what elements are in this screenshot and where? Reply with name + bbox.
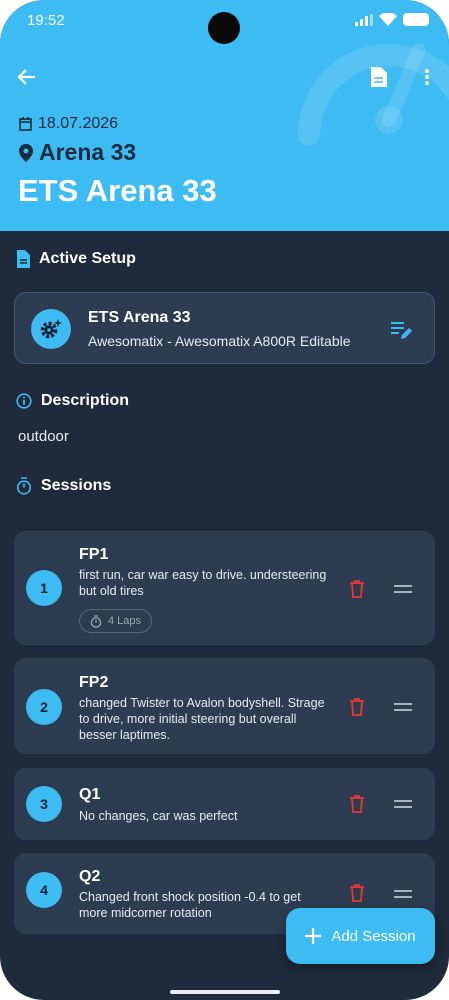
setup-name: ETS Arena 33	[88, 309, 191, 326]
status-bar: 19:52	[0, 0, 449, 44]
status-icons	[355, 13, 429, 26]
delete-icon[interactable]	[349, 698, 365, 716]
session-number-badge: 4	[26, 872, 62, 908]
description-heading: Description	[16, 392, 129, 410]
more-options-button[interactable]	[416, 66, 438, 88]
document-icon	[371, 67, 387, 87]
setup-avatar	[31, 309, 71, 349]
add-session-label: Add Session	[331, 927, 416, 945]
session-name: Q2	[79, 868, 101, 885]
session-number-badge: 3	[26, 786, 62, 822]
session-notes: changed Twister to Avalon bodyshell. Str…	[79, 696, 325, 742]
drag-handle-icon[interactable]	[394, 890, 412, 898]
plus-icon	[305, 928, 322, 944]
arrow-back-icon	[17, 69, 35, 85]
laps-chip: 4 Laps	[79, 609, 153, 633]
more-vert-icon	[425, 69, 429, 85]
status-time: 19:52	[27, 12, 65, 29]
active-setup-card[interactable]: ETS Arena 33 Awesomatix - Awesomatix A80…	[14, 292, 435, 364]
laps-count: 4 Laps	[108, 615, 142, 627]
active-setup-heading: Active Setup	[16, 250, 136, 268]
session-card-q1[interactable]: 3 Q1 No changes, car was perfect	[14, 768, 435, 840]
session-name: FP1	[79, 546, 109, 563]
session-card-fp2[interactable]: 2 FP2 changed Twister to Avalon bodyshel…	[14, 658, 435, 754]
event-date-row: 18.07.2026	[19, 115, 118, 133]
add-session-button[interactable]: Add Session	[286, 908, 435, 964]
drag-handle-icon[interactable]	[394, 585, 412, 593]
session-number-badge: 2	[26, 689, 62, 725]
setup-subtitle: Awesomatix - Awesomatix A800R Editable	[88, 333, 351, 349]
drag-handle-icon[interactable]	[394, 703, 412, 711]
edit-note-icon[interactable]	[390, 319, 412, 341]
session-card-fp1[interactable]: 1 FP1 first run, car war easy to drive. …	[14, 531, 435, 645]
camera-cutout	[208, 12, 240, 44]
back-button[interactable]	[16, 66, 38, 88]
track-name: Arena 33	[39, 139, 137, 165]
timer-icon	[16, 477, 32, 495]
home-indicator[interactable]	[170, 990, 280, 994]
session-number-badge: 1	[26, 570, 62, 606]
app-screen: 19:52 18.07.2026 Arena 33 ETS Arena 33 A…	[0, 0, 449, 1000]
wifi-icon	[379, 13, 397, 26]
gear-sparkle-icon	[40, 319, 62, 339]
track-row: Arena 33	[19, 139, 136, 166]
document-button[interactable]	[367, 66, 389, 88]
event-date: 18.07.2026	[38, 115, 119, 132]
location-pin-icon	[19, 143, 33, 162]
battery-icon	[403, 13, 429, 26]
signal-icon	[355, 13, 373, 26]
session-notes: No changes, car was perfect	[79, 809, 238, 823]
session-notes: first run, car war easy to drive. unders…	[79, 568, 327, 598]
event-title: ETS Arena 33	[18, 173, 217, 208]
session-name: Q1	[79, 786, 101, 803]
timer-icon	[90, 614, 102, 628]
delete-icon[interactable]	[349, 884, 365, 902]
sessions-heading: Sessions	[16, 477, 111, 495]
calendar-icon	[19, 117, 32, 131]
session-name: FP2	[79, 674, 109, 691]
event-header: 19:52 18.07.2026 Arena 33 ETS Arena 33	[0, 0, 449, 231]
delete-icon[interactable]	[349, 795, 365, 813]
description-text: outdoor	[18, 428, 69, 445]
info-icon	[16, 393, 32, 409]
drag-handle-icon[interactable]	[394, 800, 412, 808]
delete-icon[interactable]	[349, 580, 365, 598]
document-icon	[17, 250, 30, 268]
